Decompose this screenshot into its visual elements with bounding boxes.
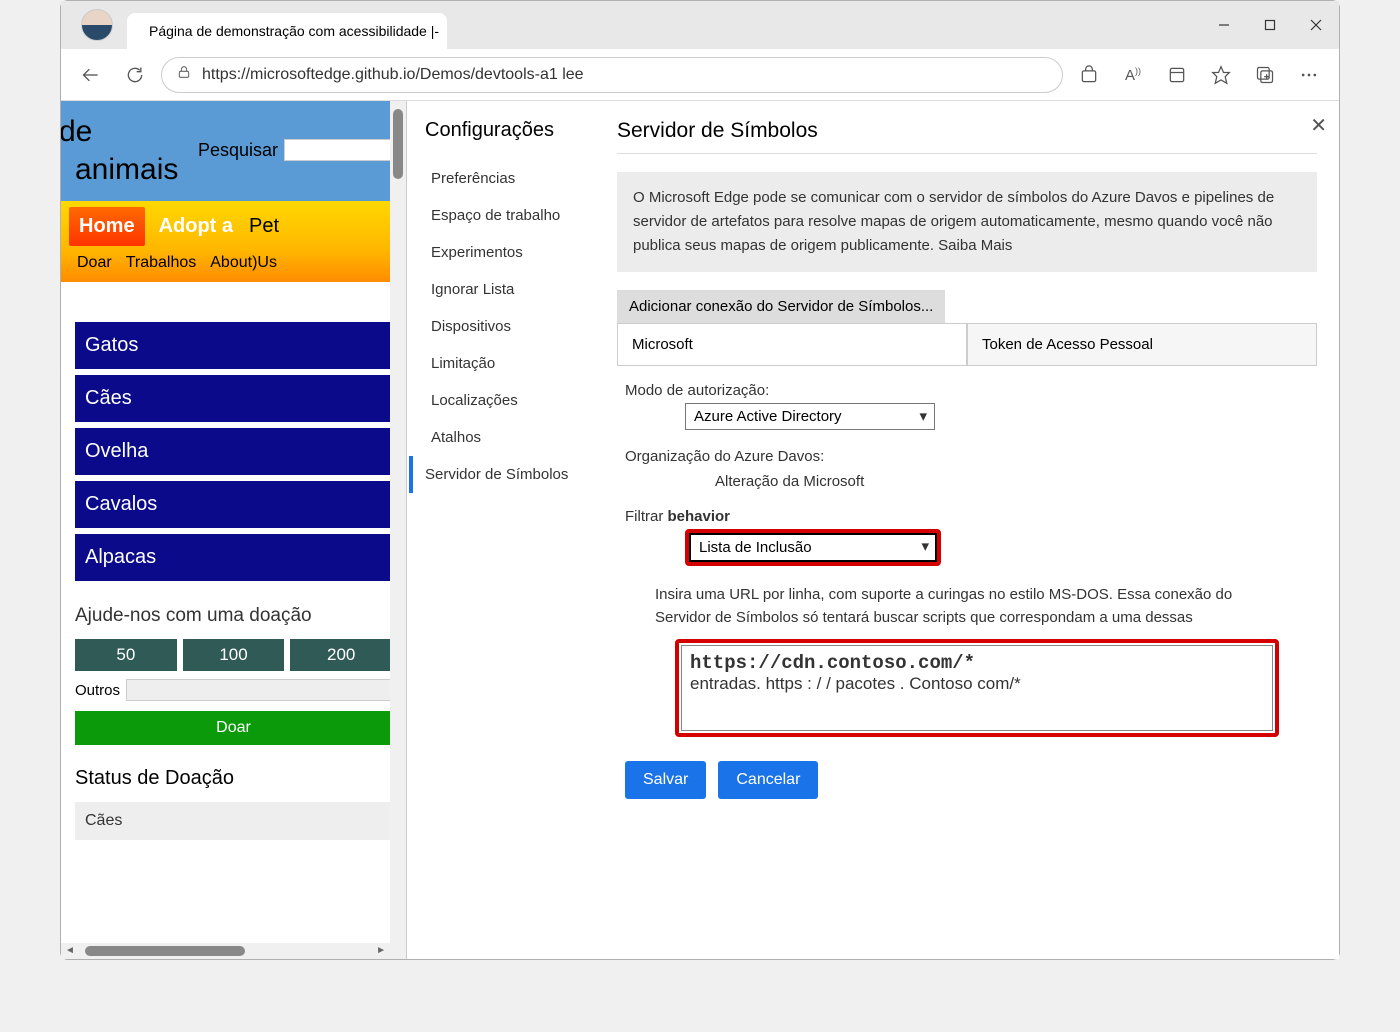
nav-home[interactable]: Home xyxy=(69,207,145,246)
more-icon[interactable] xyxy=(1291,57,1327,93)
profile-avatar[interactable] xyxy=(81,9,113,41)
browser-tab[interactable]: Página de demonstração com acessibilidad… xyxy=(127,13,447,49)
sidebar-item-locations[interactable]: Localizações xyxy=(425,382,595,419)
scroll-left-icon[interactable]: ◄ xyxy=(65,945,75,956)
donation-status-row: Cães xyxy=(75,802,392,840)
nav-doar[interactable]: Doar xyxy=(77,254,112,272)
filter-label: Filtrar xyxy=(625,508,663,525)
nav-trabalhos[interactable]: Trabalhos xyxy=(126,254,197,272)
window-controls xyxy=(1201,6,1339,44)
browser-window: Página de demonstração com acessibilidad… xyxy=(60,0,1340,960)
list-item[interactable]: Alpacas xyxy=(75,534,392,581)
close-icon[interactable]: ✕ xyxy=(1310,113,1327,138)
filter-behavior-select[interactable]: Lista de Inclusão xyxy=(689,533,937,562)
org-label: Organização do Azure Davos: xyxy=(625,448,1309,465)
sidebar-item-experiments[interactable]: Experimentos xyxy=(425,234,595,271)
add-tab-icon[interactable] xyxy=(1247,57,1283,93)
read-aloud-icon[interactable]: A)) xyxy=(1115,57,1151,93)
search-input[interactable] xyxy=(284,139,396,161)
nav-adopt[interactable]: Adopt a xyxy=(157,207,235,246)
tab-strip: Página de demonstração com acessibilidad… xyxy=(121,1,447,49)
titlebar: Página de demonstração com acessibilidad… xyxy=(61,1,1339,49)
url-line-1: https://cdn.contoso.com/* xyxy=(690,652,1264,674)
browser-toolbar: https://microsoftedge.github.io/Demos/de… xyxy=(61,49,1339,101)
devtools-pane: Configurações Preferências Espaço de tra… xyxy=(406,101,1339,959)
page-title-fragment: de xyxy=(61,115,92,149)
url-filter-textarea[interactable]: https://cdn.contoso.com/* entradas. http… xyxy=(681,645,1273,731)
pet-list: Gatos Cães Ovelha Cavalos Alpacas xyxy=(61,282,406,597)
sidebar-item-shortcuts[interactable]: Atalhos xyxy=(425,419,595,456)
save-button[interactable]: Salvar xyxy=(625,761,706,799)
cancel-button[interactable]: Cancelar xyxy=(718,761,818,799)
page-header: de Pesquisar animais xyxy=(61,101,406,201)
connection-tabs: Microsoft Token de Acesso Pessoal xyxy=(617,323,1317,366)
nav-about[interactable]: About)Us xyxy=(210,254,277,272)
url-text: https://microsoftedge.github.io/Demos/de… xyxy=(202,66,584,84)
horizontal-scrollbar[interactable]: ◄ ► xyxy=(61,943,390,959)
tab-microsoft[interactable]: Microsoft xyxy=(617,323,967,365)
sidebar-item-ignore-list[interactable]: Ignorar Lista xyxy=(425,271,595,308)
nav-pet[interactable]: Pet xyxy=(247,207,281,246)
sidebar-item-preferences[interactable]: Preferências xyxy=(425,160,595,197)
shopping-icon[interactable] xyxy=(1071,57,1107,93)
content-area: de Pesquisar animais Home Adopt a Pet Do… xyxy=(61,101,1339,959)
close-button[interactable] xyxy=(1293,6,1339,44)
page-pane: de Pesquisar animais Home Adopt a Pet Do… xyxy=(61,101,406,959)
search-label: Pesquisar xyxy=(198,140,278,161)
donation-status-title: Status de Doação xyxy=(75,767,392,790)
list-item[interactable]: Ovelha xyxy=(75,428,392,475)
sidebar-item-throttling[interactable]: Limitação xyxy=(425,345,595,382)
filter-behavior-label: behavior xyxy=(668,508,731,525)
donation-box: Ajude-nos com uma doação 50 100 200 Outr… xyxy=(61,597,406,848)
sidebar-item-devices[interactable]: Dispositivos xyxy=(425,308,595,345)
auth-mode-label: Modo de autorização: xyxy=(625,382,1309,399)
url-help-text: Insira uma URL por linha, com suporte a … xyxy=(625,584,1309,639)
list-item[interactable]: Cavalos xyxy=(75,481,392,528)
settings-title: Configurações xyxy=(425,119,595,142)
page-nav: Home Adopt a Pet Doar Trabalhos About)Us xyxy=(61,201,406,282)
donation-title: Ajude-nos com uma doação xyxy=(75,605,392,627)
donation-other-input[interactable] xyxy=(126,679,392,701)
refresh-button[interactable] xyxy=(117,57,153,93)
favorite-icon[interactable] xyxy=(1203,57,1239,93)
org-value: Alteração da Microsoft xyxy=(715,473,1309,490)
list-item[interactable]: Gatos xyxy=(75,322,392,369)
maximize-button[interactable] xyxy=(1247,6,1293,44)
content-heading: Servidor de Símbolos xyxy=(617,119,1317,143)
settings-content: ✕ Servidor de Símbolos O Microsoft Edge … xyxy=(595,101,1339,959)
tab-pat[interactable]: Token de Acesso Pessoal xyxy=(967,323,1317,365)
add-connection-button[interactable]: Adicionar conexão do Servidor de Símbolo… xyxy=(617,290,945,323)
collections-icon[interactable] xyxy=(1159,57,1195,93)
settings-sidebar: Configurações Preferências Espaço de tra… xyxy=(407,101,595,959)
scroll-right-icon[interactable]: ► xyxy=(376,945,386,956)
donation-amount-button[interactable]: 200 xyxy=(290,639,392,671)
donation-submit-button[interactable]: Doar xyxy=(75,711,392,745)
tab-title: Página de demonstração com acessibilidad… xyxy=(149,23,439,39)
donation-amount-button[interactable]: 50 xyxy=(75,639,177,671)
sidebar-item-symbol-server[interactable]: Servidor de Símbolos xyxy=(409,456,595,493)
minimize-button[interactable] xyxy=(1201,6,1247,44)
info-box: O Microsoft Edge pode se comunicar com o… xyxy=(617,172,1317,272)
auth-mode-select[interactable]: Azure Active Directory xyxy=(685,403,935,430)
connection-form: Modo de autorização: Azure Active Direct… xyxy=(617,366,1317,815)
vertical-scrollbar[interactable] xyxy=(390,101,406,959)
url-line-2: entradas. https : / / pacotes . Contoso … xyxy=(690,674,1264,694)
address-bar[interactable]: https://microsoftedge.github.io/Demos/de… xyxy=(161,57,1063,93)
back-button[interactable] xyxy=(73,57,109,93)
donation-amount-button[interactable]: 100 xyxy=(183,639,285,671)
donation-other-label: Outros xyxy=(75,682,120,699)
lock-icon xyxy=(176,64,192,85)
list-item[interactable]: Cães xyxy=(75,375,392,422)
sidebar-item-workspace[interactable]: Espaço de trabalho xyxy=(425,197,595,234)
